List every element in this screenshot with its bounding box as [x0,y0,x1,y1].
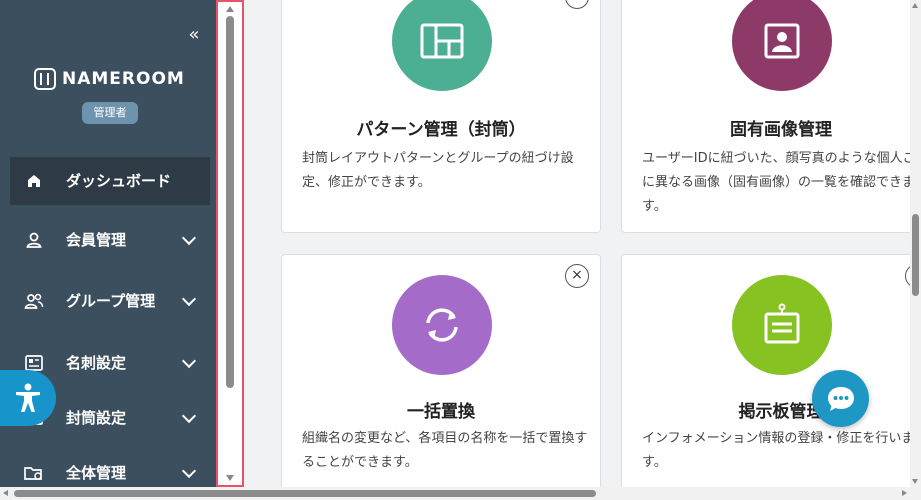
notice-board-icon [732,275,832,375]
card-title: 一括置換 [407,402,475,422]
role-badge: 管理者 [82,102,138,124]
scroll-down-arrow-icon[interactable] [912,479,918,484]
card-unique-images[interactable]: 固有画像管理 ユーザーIDに紐づいた、顔写真のような個人ごとに異なる画像（固有画… [621,0,910,233]
scroll-down-arrow-icon[interactable] [226,475,234,481]
close-icon[interactable]: × [565,264,589,288]
logo-text: NAMEROOM [62,69,185,89]
card-bulk-replace[interactable]: × 一括置換 組織名の変更など、各項目の名称を一括で置換することができます。 [281,254,601,487]
sidebar-scrollbar[interactable] [216,0,244,487]
collapse-sidebar-button[interactable]: « [184,24,204,46]
chevron-down-icon [181,463,197,478]
sidebar-item-label: 会員管理 [66,230,127,249]
page-horizontal-scrollbar[interactable] [0,487,921,500]
card-title: 固有画像管理 [730,120,832,140]
page-horizontal-scrollbar-thumb[interactable] [14,490,596,497]
sidebar-item-label: グループ管理 [66,292,156,310]
sidebar-item-label: ダッシュボード [66,172,172,190]
close-icon[interactable]: × [565,0,589,9]
scroll-up-arrow-icon[interactable] [226,6,234,12]
page-vertical-scrollbar[interactable] [910,0,921,487]
card-description: 組織名の変更など、各項目の名称を一括で置換することができます。 [302,431,588,470]
card-title: パターン管理（封筒） [356,120,526,140]
chat-bubble-icon [827,386,854,411]
chevron-down-icon [181,230,197,245]
chevron-down-icon [181,291,197,307]
folder-settings-icon [24,463,44,483]
group-icon [24,291,44,311]
scroll-up-arrow-icon[interactable] [912,3,918,8]
accessibility-button[interactable] [0,370,56,426]
sidebar-item-dashboard[interactable]: ダッシュボード [10,157,210,205]
chat-button[interactable] [812,370,869,427]
page-vertical-scrollbar-thumb[interactable] [912,214,919,296]
user-icon [24,230,44,250]
sidebar-scrollbar-thumb[interactable] [226,16,234,388]
card-envelope-patterns[interactable]: × パターン管理（封筒） 封筒レイアウトパターンとグループの紐づけ設定、修正がで… [281,0,601,233]
sidebar-item-members[interactable]: 会員管理 [10,212,210,267]
card-description: インフォメーション情報の登録・修正を行います。 [642,431,910,470]
card-description: 封筒レイアウトパターンとグループの紐づけ設定、修正ができます。 [302,151,574,190]
sidebar-item-label: 封筒設定 [66,408,127,427]
sidebar-nav: ダッシュボード 会員管理 グループ管理 名刺設定 封筒設定 全体管理 [10,157,210,500]
sidebar-item-label: 全体管理 [66,463,127,482]
dashboard-cards: × パターン管理（封筒） 封筒レイアウトパターンとグループの紐づけ設定、修正がで… [244,0,910,487]
logo: NAMEROOM [34,68,185,90]
nameroom-logo-icon [34,68,56,90]
scroll-right-arrow-icon[interactable] [902,490,907,496]
scroll-left-arrow-icon[interactable] [3,490,8,496]
card-description: ユーザーIDに紐づいた、顔写真のような個人ごとに異なる画像（固有画像）の一覧を確… [642,151,910,214]
chevron-down-icon [181,408,197,423]
portrait-icon [732,0,832,91]
card-notice-board[interactable]: × 掲示板管理 インフォメーション情報の登録・修正を行います。 [621,254,910,487]
sidebar-item-label: 名刺設定 [66,353,127,372]
sidebar-item-groups[interactable]: グループ管理 [10,267,210,335]
home-icon [24,171,44,191]
refresh-icon [392,275,492,375]
chevron-down-icon [181,353,197,368]
layout-icon [392,0,492,91]
accessibility-icon [16,383,40,412]
